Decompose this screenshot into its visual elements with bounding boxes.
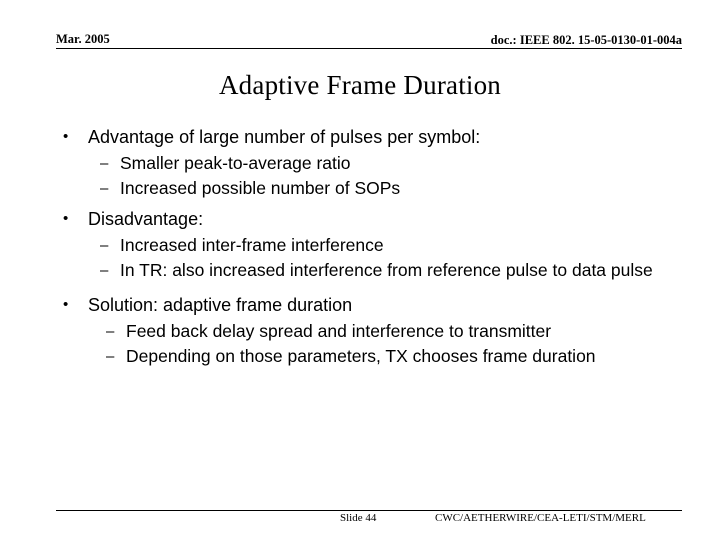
sub-bullet-item: – Smaller peak-to-average ratio [56,151,686,176]
sub-bullet-text: Smaller peak-to-average ratio [120,153,351,173]
sub-bullet-text: Increased possible number of SOPs [120,178,401,198]
sub-bullet-text: Increased inter-frame interference [120,235,384,255]
bullet-item: • Advantage of large number of pulses pe… [56,124,686,150]
sub-bullet-item: – Increased possible number of SOPs [56,176,686,201]
sub-bullet-text: Depending on those parameters, TX choose… [126,346,596,366]
header-date: Mar. 2005 [56,32,110,46]
bullet-group-advantage: • Advantage of large number of pulses pe… [56,124,686,201]
bullet-point-icon: • [63,210,69,227]
slide-canvas: Mar. 2005 doc.: IEEE 802. 15-05-0130-01-… [0,0,720,540]
sub-bullet-item: – Depending on those parameters, TX choo… [56,344,686,369]
dash-icon: – [100,155,109,172]
sub-bullet-text: Feed back delay spread and interference … [126,321,552,341]
bullet-item: • Solution: adaptive frame duration [56,292,686,318]
sub-bullet-item: – Feed back delay spread and interferenc… [56,319,686,344]
bullet-group-disadvantage: • Disadvantage: – Increased inter-frame … [56,206,686,283]
header-divider [56,48,682,49]
header-document-id: doc.: IEEE 802. 15-05-0130-01-004a [490,33,682,47]
bullet-item: • Disadvantage: [56,206,686,232]
bullet-point-icon: • [63,296,69,313]
bullet-group-solution: • Solution: adaptive frame duration – Fe… [56,292,686,369]
dash-icon: – [100,180,109,197]
page-title: Adaptive Frame Duration [218,70,502,100]
dash-icon: – [100,237,109,254]
sub-bullet-item: – Increased inter-frame interference [56,233,686,258]
footer-divider [56,510,682,511]
footer-organizations: CWC/AETHERWIRE/CEA-LETI/STM/MERL [435,512,646,524]
bullet-text: Disadvantage: [88,209,204,229]
bullet-point-icon: • [63,128,69,145]
slide-body: • Advantage of large number of pulses pe… [56,124,686,369]
sub-bullet-item: – In TR: also increased interference fro… [56,258,686,283]
dash-icon: – [100,262,109,279]
footer-slide-number: Slide 44 [340,512,377,524]
sub-bullet-text: In TR: also increased interference from … [120,260,653,280]
bullet-text: Advantage of large number of pulses per … [88,127,481,147]
dash-icon: – [106,323,115,340]
dash-icon: – [106,348,115,365]
bullet-text: Solution: adaptive frame duration [88,295,353,315]
